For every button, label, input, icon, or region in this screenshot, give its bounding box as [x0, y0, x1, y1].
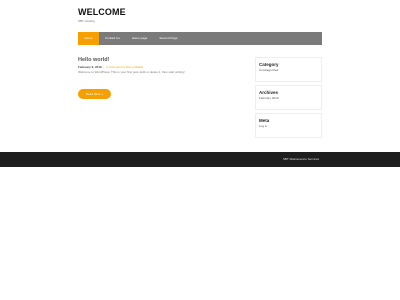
nav-item-home[interactable]: Home	[78, 32, 99, 45]
widget-meta: Meta Log in	[255, 113, 322, 138]
meta-separator: |	[103, 65, 105, 69]
nav-item-second-page[interactable]: Second Page	[153, 32, 183, 45]
widget-archives: Archives February 2019	[255, 85, 322, 110]
sidebar: Category Uncategorized Archives February…	[255, 57, 322, 141]
post-title[interactable]: Hello world!	[78, 57, 238, 64]
post-excerpt: Welcome to WordPress. This is your first…	[78, 70, 185, 74]
widget-category: Category Uncategorized	[255, 57, 322, 82]
site-footer: SBT Maintenance Services	[0, 152, 400, 167]
meta-link-log-in[interactable]: Log in	[259, 124, 318, 129]
post-date: February 9, 2019	[78, 65, 102, 69]
post-comments-link[interactable]: 1 Comment to this (untitled)	[106, 65, 143, 69]
read-more-button[interactable]: Read More »	[78, 89, 111, 99]
nav-item-home-page[interactable]: Home page	[126, 32, 154, 45]
main-navigation: Home Contact Us Home page Second Page	[78, 32, 322, 45]
site-tagline: SBT Hosting	[78, 19, 95, 23]
footer-credit: SBT Maintenance Services	[283, 157, 320, 161]
main-content: Hello world! February 9, 2019 | 1 Commen…	[78, 57, 238, 99]
archive-link-february-2019[interactable]: February 2019	[259, 96, 318, 101]
site-title[interactable]: WELCOME	[78, 6, 126, 18]
site-header: WELCOME SBT Hosting	[78, 6, 126, 24]
category-link-uncategorized[interactable]: Uncategorized	[259, 68, 318, 73]
page: WELCOME SBT Hosting Home Contact Us Home…	[0, 0, 400, 300]
nav-item-contact-us[interactable]: Contact Us	[99, 32, 126, 45]
